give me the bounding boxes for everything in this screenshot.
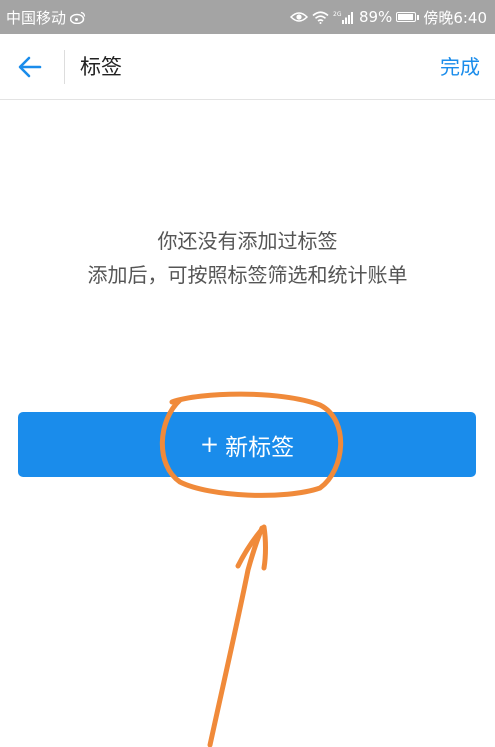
weibo-icon xyxy=(70,11,86,24)
new-tag-button[interactable]: + 新标签 xyxy=(18,412,476,477)
header-divider xyxy=(64,50,65,84)
annotation-arrow-shaft xyxy=(207,525,265,747)
network-type-label: 2G xyxy=(333,11,342,18)
status-right: 2G 89% 傍晚6:40 xyxy=(289,7,487,28)
empty-state-hint: 添加后，可按照标签筛选和统计账单 xyxy=(87,263,408,287)
clock: 傍晚6:40 xyxy=(423,8,487,27)
status-left: 中国移动 xyxy=(6,7,86,28)
new-tag-label: 新标签 xyxy=(225,434,295,461)
annotation-overlay xyxy=(159,391,344,747)
page-title: 标签 xyxy=(80,55,122,79)
back-button[interactable] xyxy=(14,52,46,82)
battery-fill xyxy=(398,14,413,20)
done-button[interactable]: 完成 xyxy=(440,54,480,80)
screen: 中国移动 2G 89% 傍晚6:40 标签 完成 你还没有添加过标签 添加后，可… xyxy=(0,0,495,747)
arrow-left-icon xyxy=(18,56,42,78)
signal-icon: 2G xyxy=(333,10,355,25)
annotation-arrow-head xyxy=(235,524,268,571)
empty-state-message: 你还没有添加过标签 xyxy=(157,229,338,253)
status-bar: 中国移动 2G 89% 傍晚6:40 xyxy=(0,0,495,34)
eye-icon xyxy=(289,11,308,23)
app-header: 标签 完成 xyxy=(0,34,495,100)
carrier-label: 中国移动 xyxy=(6,8,67,27)
battery-icon xyxy=(396,12,420,22)
plus-icon: + xyxy=(199,431,220,458)
battery-percent: 89% xyxy=(358,8,393,26)
wifi-icon xyxy=(312,10,329,24)
